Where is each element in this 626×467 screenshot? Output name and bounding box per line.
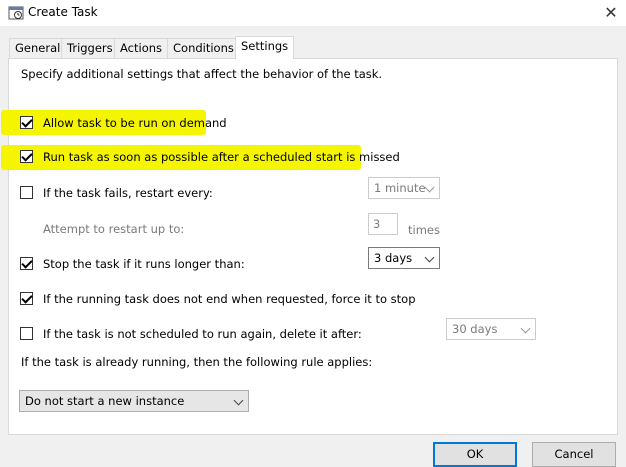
tab-settings[interactable]: Settings	[235, 36, 295, 59]
stop-if-longer-label: Stop the task if it runs longer than:	[43, 257, 245, 271]
tab-conditions[interactable]: Conditions	[167, 38, 240, 58]
stop-duration-value: 3 days	[374, 251, 413, 265]
stop-if-longer-checkbox[interactable]	[20, 257, 33, 270]
restart-attempts-unit: times	[408, 223, 440, 237]
tab-actions[interactable]: Actions	[114, 38, 169, 58]
delete-after-checkbox[interactable]	[20, 327, 33, 340]
stop-duration-dropdown[interactable]: 3 days	[368, 247, 440, 269]
restart-interval-value: 1 minute	[374, 181, 426, 195]
force-stop-label: If the running task does not end when re…	[43, 292, 416, 306]
tab-triggers[interactable]: Triggers	[61, 38, 119, 58]
run-asap-checkbox[interactable]	[20, 150, 33, 163]
delete-after-value: 30 days	[452, 322, 498, 336]
delete-after-dropdown[interactable]: 30 days	[446, 318, 536, 340]
chevron-down-icon	[233, 395, 244, 406]
close-icon[interactable]: ✕	[596, 1, 626, 25]
delete-after-label: If the task is not scheduled to run agai…	[43, 327, 362, 341]
task-scheduler-icon	[8, 6, 24, 20]
restart-attempts-label: Attempt to restart up to:	[43, 222, 185, 236]
force-stop-checkbox[interactable]	[20, 292, 33, 305]
allow-on-demand-label: Allow task to be run on demand	[43, 116, 227, 130]
allow-on-demand-checkbox[interactable]	[20, 116, 33, 129]
restart-on-fail-label: If the task fails, restart every:	[43, 186, 213, 200]
restart-on-fail-checkbox[interactable]	[20, 186, 33, 199]
window-title: Create Task	[28, 5, 98, 19]
chevron-down-icon	[424, 182, 435, 193]
run-asap-label: Run task as soon as possible after a sch…	[43, 150, 400, 164]
cancel-button[interactable]: Cancel	[532, 442, 616, 467]
tab-general[interactable]: General	[9, 38, 67, 58]
running-rule-label: If the task is already running, then the…	[21, 355, 373, 369]
chevron-down-icon	[424, 252, 435, 263]
chevron-down-icon	[520, 323, 531, 334]
restart-interval-dropdown[interactable]: 1 minute	[368, 177, 440, 199]
restart-attempts-input[interactable]: 3	[368, 213, 398, 235]
running-rule-value: Do not start a new instance	[25, 394, 185, 408]
running-rule-dropdown[interactable]: Do not start a new instance	[19, 390, 249, 412]
settings-intro: Specify additional settings that affect …	[21, 67, 383, 81]
ok-button[interactable]: OK	[433, 442, 517, 467]
